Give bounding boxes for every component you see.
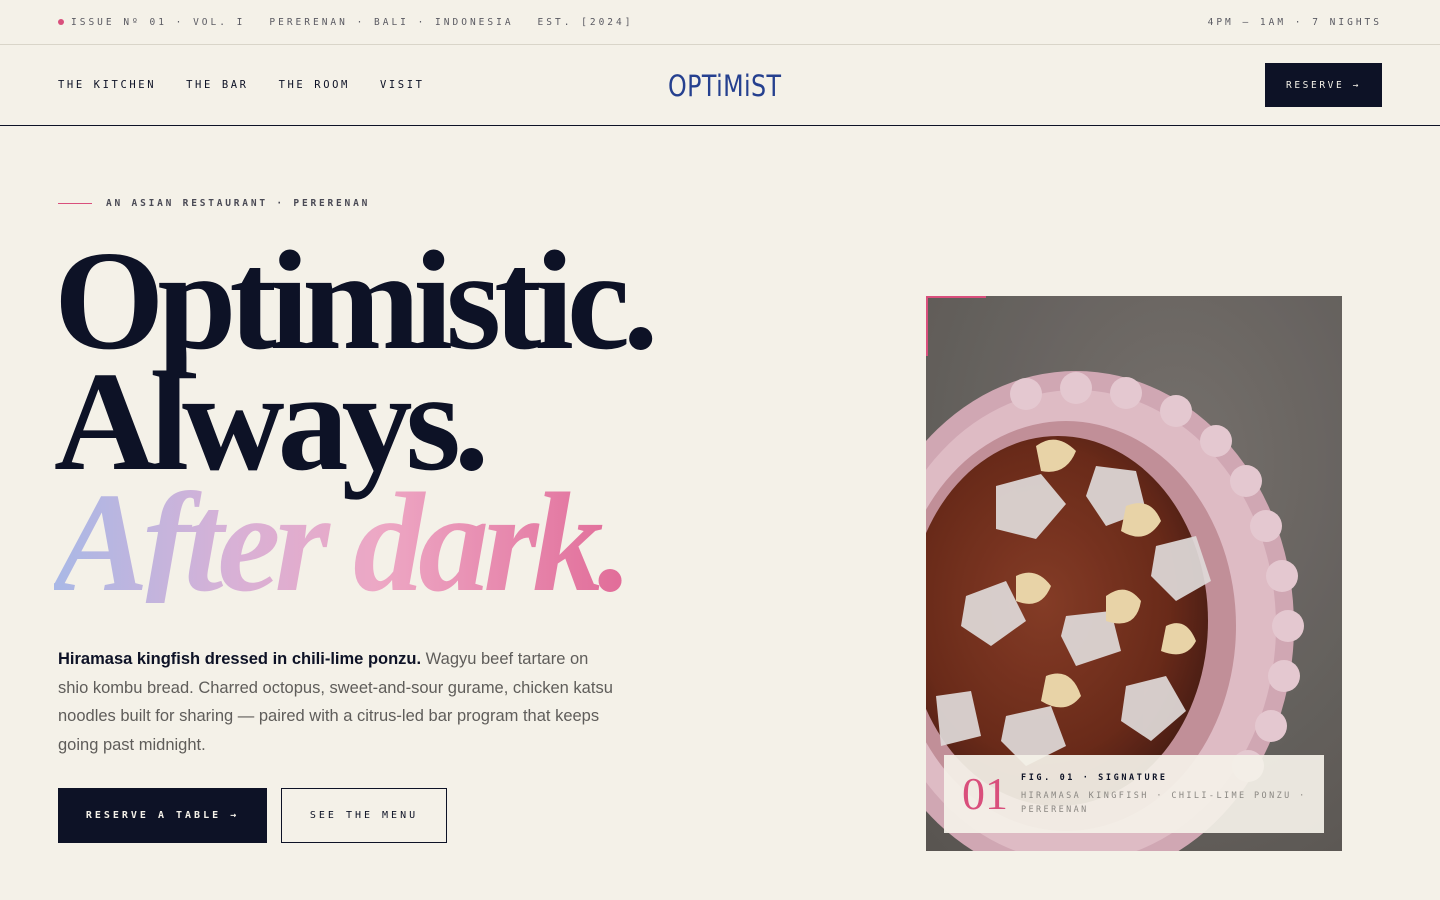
figure-caption: 01 FIG. 01 · SIGNATURE HIRAMASA KINGFISH…	[944, 755, 1324, 833]
photo-accent-vertical	[926, 296, 928, 356]
nav-link-visit[interactable]: VISIT	[380, 79, 425, 91]
figure-description: HIRAMASA KINGFISH · CHILI-LIME PONZU · P…	[1021, 791, 1307, 815]
established-label: EST. [2024]	[537, 16, 634, 28]
main-nav: THE KITCHEN THE BAR THE ROOM VISIT OPTiM…	[0, 45, 1440, 126]
nav-links: THE KITCHEN THE BAR THE ROOM VISIT	[58, 45, 425, 125]
hours-label: 4PM — 1AM · 7 NIGHTS	[1207, 16, 1382, 28]
intro-highlight: Hiramasa kingfish dressed in chili-lime …	[58, 650, 422, 668]
reserve-button[interactable]: RESERVE →	[1265, 63, 1382, 107]
eyebrow-rule	[58, 203, 92, 204]
top-info-left: ISSUE Nº 01 · VOL. I PERERENAN · BALI · …	[58, 17, 633, 28]
figure-label: FIG. 01 · SIGNATURE	[1021, 773, 1168, 783]
site-logo[interactable]: OPTiMiST	[668, 69, 781, 103]
location-label: PERERENAN · BALI · INDONESIA	[269, 16, 514, 28]
nav-link-bar[interactable]: THE BAR	[186, 79, 248, 91]
reserve-table-button[interactable]: RESERVE A TABLE →	[58, 788, 267, 843]
see-menu-button[interactable]: SEE THE MENU	[281, 788, 447, 843]
status-dot	[58, 19, 64, 25]
hero-eyebrow: AN ASIAN RESTAURANT · PERERENAN	[58, 198, 370, 209]
figure-number: 01	[962, 768, 1008, 819]
photo-accent-horizontal	[926, 296, 986, 298]
nav-link-room[interactable]: THE ROOM	[279, 79, 350, 91]
nav-link-kitchen[interactable]: THE KITCHEN	[58, 79, 156, 91]
top-info-bar: ISSUE Nº 01 · VOL. I PERERENAN · BALI · …	[0, 0, 1440, 45]
headline-line-3: After dark.	[54, 471, 651, 613]
eyebrow-text: AN ASIAN RESTAURANT · PERERENAN	[106, 198, 371, 209]
issue-label: ISSUE Nº 01 · VOL. I	[58, 17, 245, 28]
hero-intro: Hiramasa kingfish dressed in chili-lime …	[58, 645, 623, 759]
hero-headline: Optimistic. Always. After dark.	[54, 229, 658, 613]
